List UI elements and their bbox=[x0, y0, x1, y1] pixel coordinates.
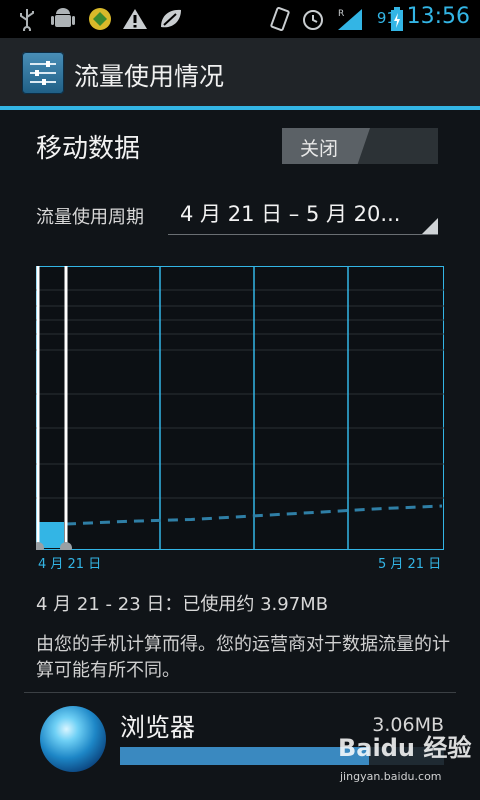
leaf-notification-icon bbox=[161, 9, 181, 28]
cycle-spinner[interactable]: 4 月 21 日 – 5 月 20... bbox=[168, 190, 438, 235]
usb-icon bbox=[20, 9, 34, 31]
chart-x-label-end: 5 月 21 日 bbox=[378, 557, 442, 572]
page-title: 流量使用情况 bbox=[74, 62, 225, 91]
browser-globe-icon bbox=[40, 706, 106, 772]
cycle-label: 流量使用周期 bbox=[36, 207, 144, 228]
app-notification-icon bbox=[89, 8, 111, 30]
signal-icon: R bbox=[338, 9, 362, 30]
toggle-label: 关闭 bbox=[300, 138, 339, 160]
vibrate-icon bbox=[270, 7, 290, 31]
chart-x-label-start: 4 月 21 日 bbox=[38, 557, 102, 572]
action-bar-divider bbox=[0, 106, 480, 110]
carrier-note: 由您的手机计算而得。您的运营商对于数据流量的计算可能有所不同。 bbox=[36, 634, 450, 681]
dropdown-corner-icon bbox=[422, 218, 438, 234]
roaming-icon: R bbox=[338, 9, 344, 19]
settings-sliders-icon[interactable] bbox=[22, 52, 64, 94]
status-clock: 13:56 bbox=[406, 4, 470, 29]
status-bar: R 91 13:56 bbox=[0, 0, 480, 38]
action-bar bbox=[0, 38, 480, 106]
mobile-data-toggle[interactable]: 关闭 bbox=[282, 128, 438, 164]
usage-chart[interactable] bbox=[36, 266, 444, 550]
watermark-url: jingyan.baidu.com bbox=[340, 770, 442, 783]
cycle-value: 4 月 21 日 – 5 月 20... bbox=[180, 202, 401, 226]
warning-icon bbox=[123, 9, 147, 29]
app-usage-bar-fill bbox=[120, 747, 370, 765]
usage-summary: 4 月 21 - 23 日：已使用约 3.97MB bbox=[36, 594, 329, 615]
android-debug-icon bbox=[51, 8, 75, 27]
battery-charging-icon bbox=[391, 7, 403, 31]
chart-frame bbox=[36, 266, 444, 550]
watermark-logo: Baidu 经验 bbox=[338, 734, 472, 762]
list-divider bbox=[24, 692, 456, 693]
mobile-data-label: 移动数据 bbox=[36, 134, 141, 164]
app-name: 浏览器 bbox=[120, 713, 196, 742]
alarm-icon bbox=[303, 10, 323, 30]
